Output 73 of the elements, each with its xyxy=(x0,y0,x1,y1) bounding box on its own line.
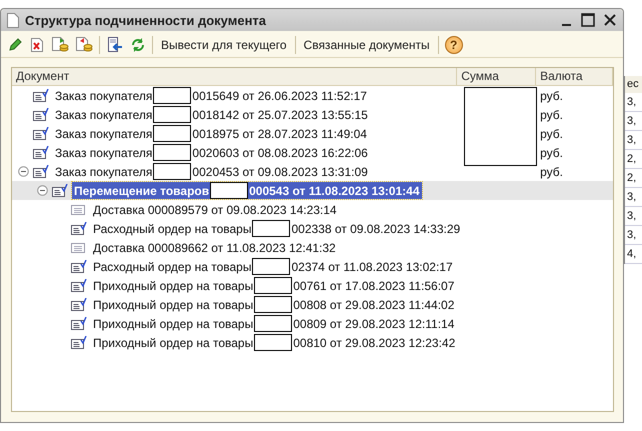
document-link[interactable]: Доставка 000089579 от 09.08.2023 14:23:14 xyxy=(91,201,339,218)
collapse-toggle-icon[interactable] xyxy=(37,185,48,196)
table-cell: 4, xyxy=(625,245,642,264)
posted-document-icon xyxy=(33,108,49,121)
table-cell: 3, xyxy=(625,112,642,131)
redaction-box xyxy=(252,258,290,275)
document-coins-icon[interactable] xyxy=(75,36,93,54)
document-link[interactable]: Приходный ордер на товары 00810 от 29.08.2023 12:23:42 xyxy=(91,334,458,351)
currency-cell: руб. xyxy=(540,146,563,160)
table-cell: 3, xyxy=(625,93,642,112)
document-link[interactable]: Расходный ордер на товары 002338 от 09.08.2023 14:33:29 xyxy=(91,220,462,237)
close-icon[interactable] xyxy=(603,13,617,27)
document-link[interactable]: Расходный ордер на товары 02374 от 11.08.2023 13:02:17 xyxy=(91,258,455,275)
document-link[interactable]: Заказ покупателя 0018142 от 25.07.2023 13:55:15 xyxy=(53,106,370,123)
redaction-box xyxy=(153,125,192,142)
toolbar-button[interactable]: Вывести для текущего xyxy=(159,36,289,54)
table-cell: 3, xyxy=(625,188,642,207)
toolbar-button[interactable]: Связанные документы xyxy=(302,36,432,54)
table-cell: 3, xyxy=(625,226,642,245)
document-arrow-icon[interactable] xyxy=(106,36,124,54)
document-link[interactable]: Заказ покупателя 0020453 от 09.08.2023 13:31:09 xyxy=(53,163,370,180)
currency-cell: руб. xyxy=(540,164,563,178)
redaction-box xyxy=(153,87,192,104)
refresh-icon[interactable] xyxy=(130,37,146,53)
maximize-icon[interactable] xyxy=(581,13,595,27)
posted-document-icon xyxy=(33,165,49,178)
redaction-box xyxy=(153,106,192,123)
posted-document-icon xyxy=(52,184,68,197)
posted-document-icon xyxy=(71,336,87,349)
currency-cell: руб. xyxy=(540,108,563,122)
document-icon xyxy=(71,203,87,216)
redaction-box xyxy=(210,182,248,199)
posted-document-icon xyxy=(71,279,87,292)
column-header[interactable]: Валюта xyxy=(536,68,613,85)
document-link[interactable]: Доставка 000089662 от 11.08.2023 12:41:32 xyxy=(91,239,338,256)
redaction-box xyxy=(254,315,292,332)
help-button[interactable]: ? xyxy=(444,36,463,54)
redaction-box xyxy=(254,296,292,313)
document-icon xyxy=(7,12,19,28)
posted-document-icon xyxy=(33,146,49,159)
column-header: ес xyxy=(625,76,642,93)
document-link[interactable]: Заказ покупателя 0018975 от 28.07.2023 11:49:04 xyxy=(53,125,369,142)
document-icon xyxy=(71,241,87,254)
table-cell: 2, xyxy=(625,169,642,188)
table-cell: 3, xyxy=(625,131,642,150)
delete-document-icon[interactable] xyxy=(29,37,45,53)
redaction-box xyxy=(252,220,290,237)
table-cell: 2, xyxy=(625,150,642,169)
redaction-box xyxy=(254,334,292,351)
redaction-box xyxy=(153,144,192,161)
document-link[interactable]: Заказ покупателя 0020603 от 08.08.2023 16:22:06 xyxy=(53,144,370,161)
posted-document-icon xyxy=(71,222,87,235)
window-title: Структура подчиненности документа xyxy=(25,12,268,28)
document-link[interactable]: Заказ покупателя 0015649 от 26.06.2023 11:52:17 xyxy=(53,87,369,104)
column-header[interactable]: Сумма xyxy=(457,68,536,85)
document-link[interactable]: Перемещение товаров 000543 от 11.08.2023 13:01:44 xyxy=(72,182,422,199)
posted-document-icon xyxy=(33,127,49,140)
posted-document-icon xyxy=(71,260,87,273)
document-coins-icon[interactable] xyxy=(51,36,69,54)
document-link[interactable]: Приходный ордер на товары 00761 от 17.08.2023 11:56:07 xyxy=(91,277,456,294)
posted-document-icon xyxy=(71,298,87,311)
document-link[interactable]: Приходный ордер на товары 00808 от 29.08.2023 11:44:02 xyxy=(91,296,456,313)
currency-cell: руб. xyxy=(540,126,563,140)
posted-document-icon xyxy=(33,89,49,102)
pencil-icon[interactable] xyxy=(7,37,23,53)
posted-document-icon xyxy=(71,317,87,330)
currency-cell: руб. xyxy=(540,88,563,102)
column-header[interactable]: Документ xyxy=(12,68,458,85)
redaction-box xyxy=(153,163,192,180)
document-link[interactable]: Приходный ордер на товары 00809 от 29.08.2023 12:11:14 xyxy=(91,315,456,332)
collapse-toggle-icon[interactable] xyxy=(18,166,29,177)
redaction-box xyxy=(254,277,292,294)
table-cell: 3, xyxy=(625,207,642,226)
